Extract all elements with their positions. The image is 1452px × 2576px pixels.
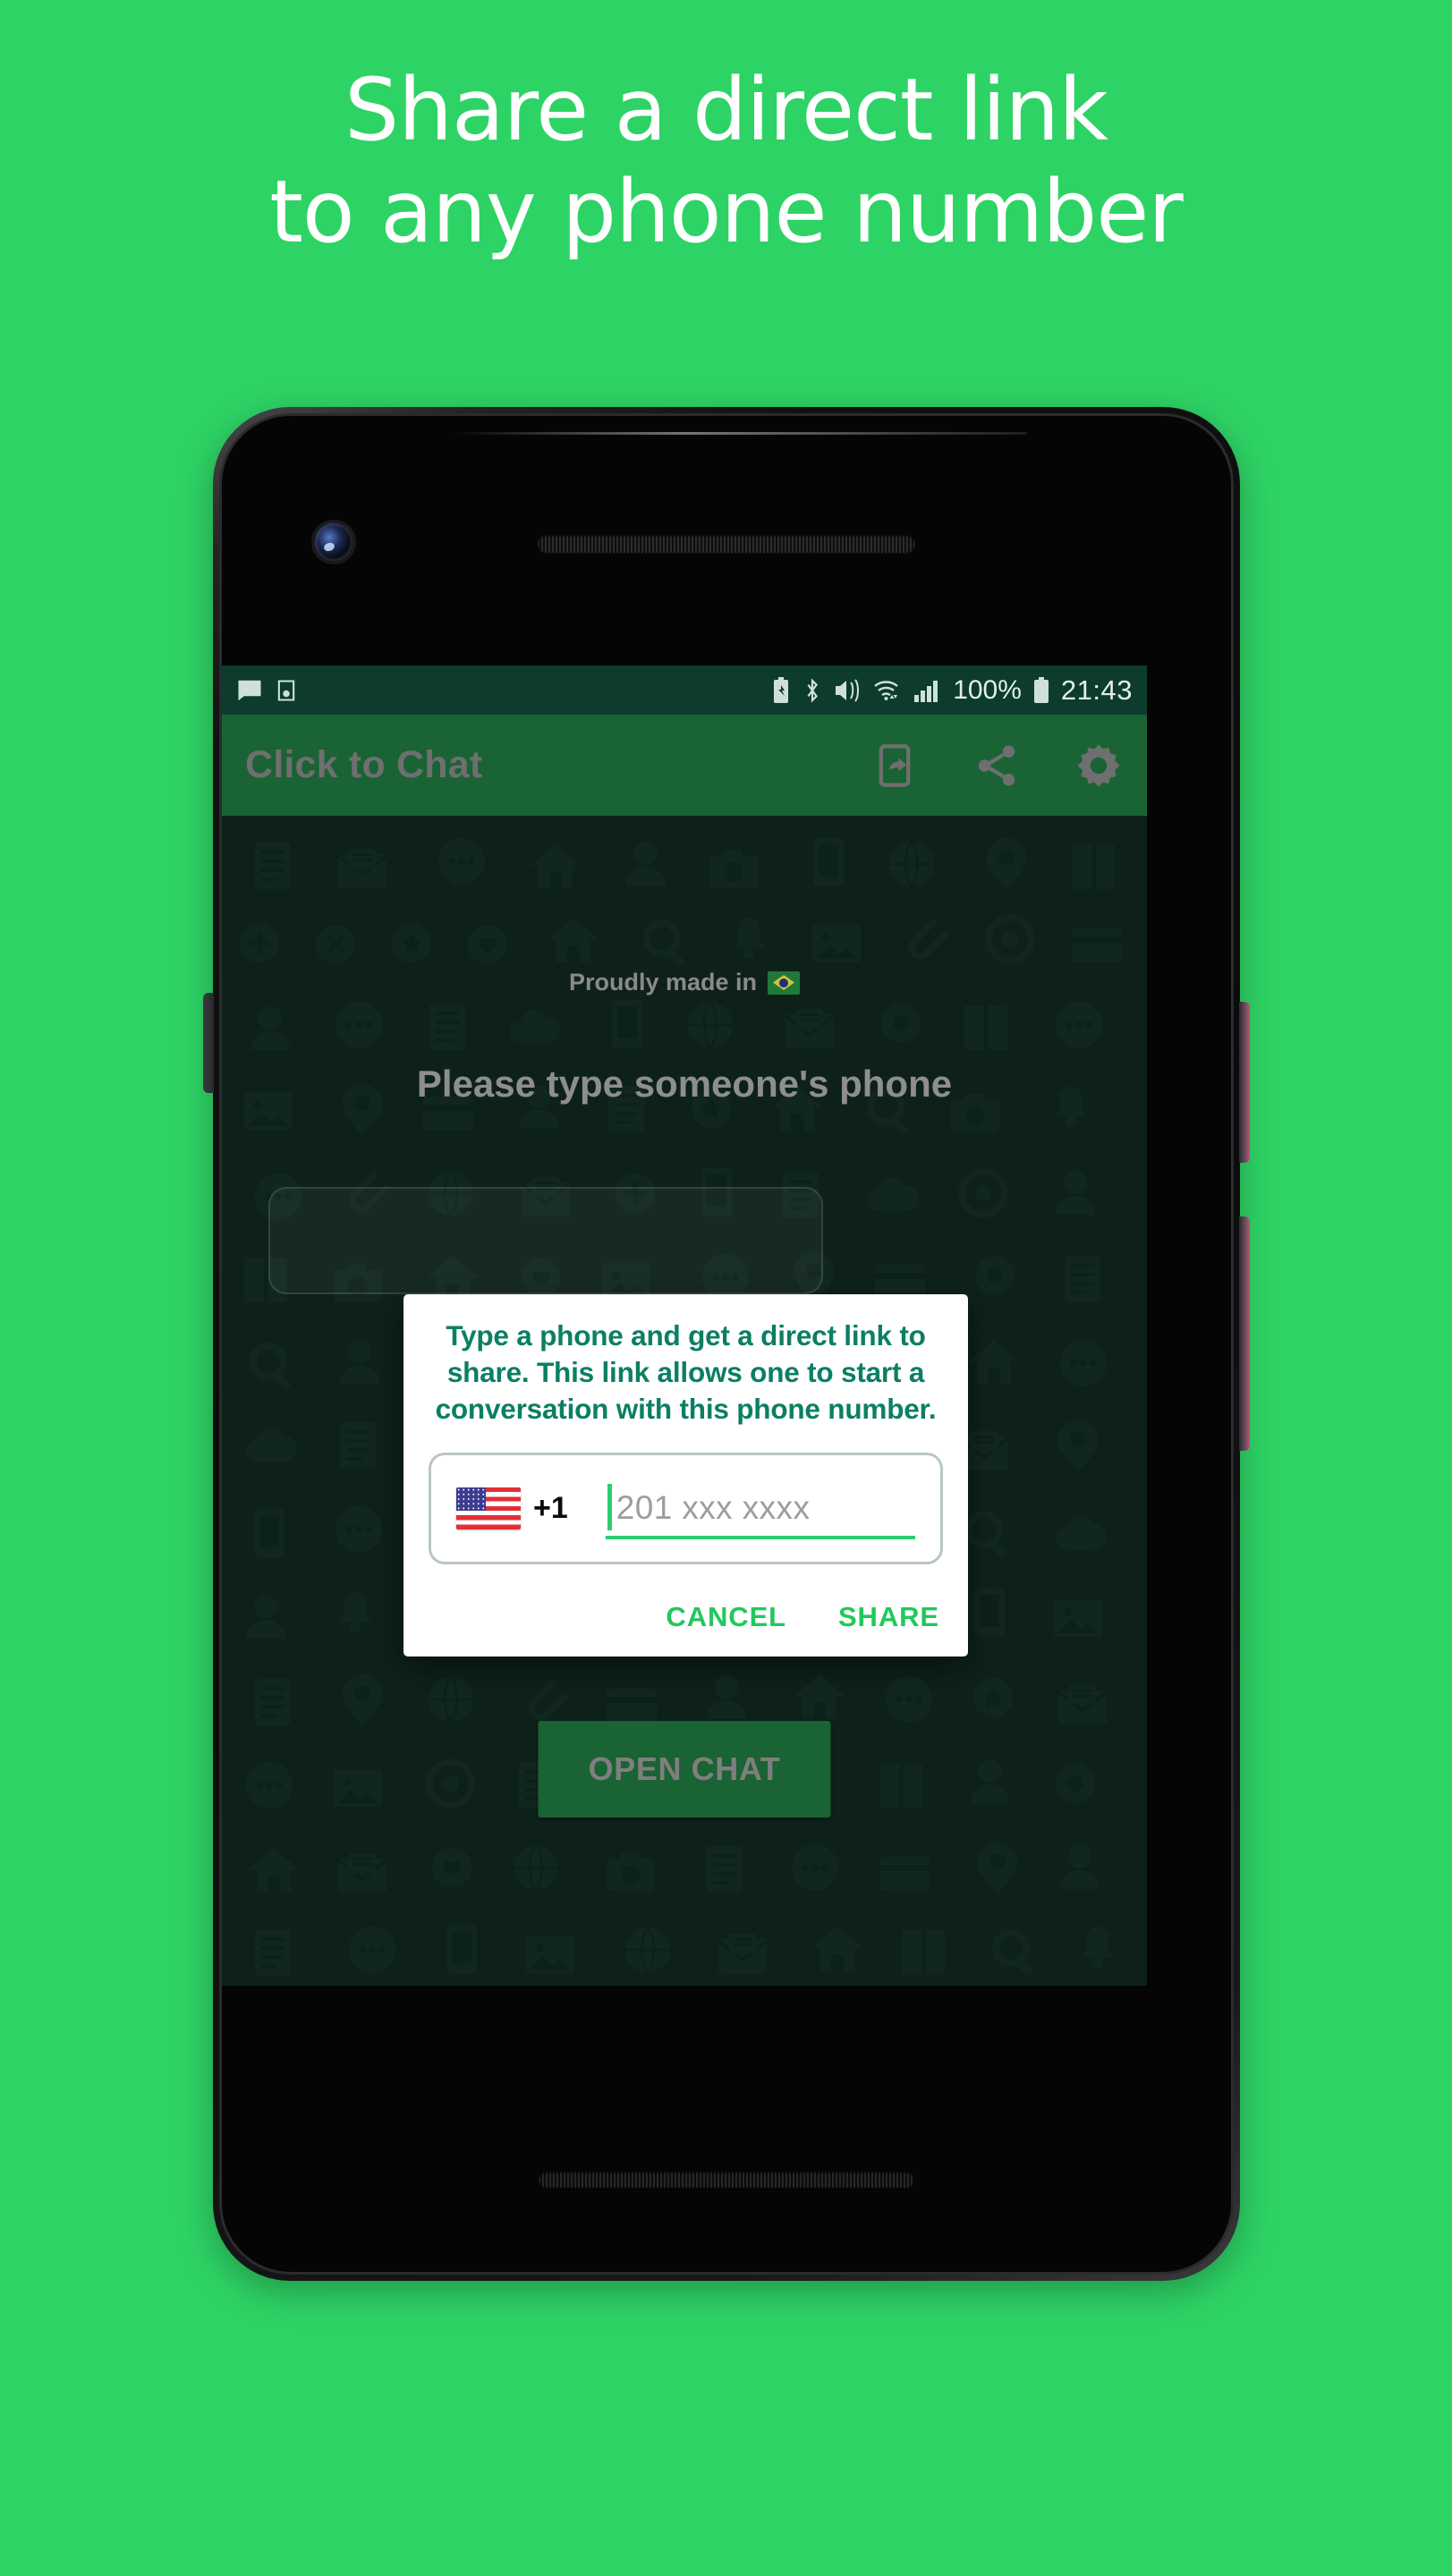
gear-icon[interactable] bbox=[1074, 741, 1124, 791]
phone-placeholder: 201 xxx xxxx bbox=[616, 1489, 811, 1527]
share-button[interactable]: SHARE bbox=[838, 1601, 939, 1633]
wifi-icon bbox=[874, 680, 898, 700]
left-side-button[interactable] bbox=[203, 993, 214, 1093]
phone-hint-text: Please type someone's phone bbox=[416, 1063, 953, 1105]
headline-line-2: to any phone number bbox=[269, 161, 1184, 262]
phone-screen: 100% 21:43 Click to Chat Proudly made in… bbox=[222, 665, 1147, 1986]
status-bar: 100% 21:43 bbox=[222, 665, 1147, 715]
input-underline bbox=[605, 1536, 915, 1540]
brazil-flag-icon bbox=[768, 970, 801, 995]
volume-button[interactable] bbox=[1239, 1216, 1250, 1451]
phone-device-mockup: 100% 21:43 Click to Chat Proudly made in… bbox=[203, 407, 1250, 2281]
dialog-body-text: Type a phone and get a direct link to sh… bbox=[435, 1319, 937, 1425]
earpiece-speaker-icon bbox=[538, 535, 915, 553]
country-code-label[interactable]: +1 bbox=[533, 1491, 568, 1526]
bluetooth-icon bbox=[807, 677, 819, 703]
device-front-glass: 100% 21:43 Click to Chat Proudly made in… bbox=[219, 413, 1234, 2275]
dialog-actions: CANCEL SHARE bbox=[666, 1601, 939, 1633]
signal-icon bbox=[914, 680, 938, 702]
status-bar-right-icons: 100% 21:43 bbox=[770, 674, 1133, 707]
us-flag-icon[interactable] bbox=[456, 1487, 521, 1530]
page-title: Click to Chat bbox=[245, 743, 483, 786]
battery-percent-label: 100% bbox=[953, 674, 1022, 705]
made-in-text: Proudly made in bbox=[568, 969, 758, 996]
screenshot-icon bbox=[277, 679, 295, 701]
bottom-speaker-icon bbox=[539, 2172, 914, 2188]
front-camera-icon bbox=[315, 523, 352, 561]
status-bar-left-icons bbox=[236, 677, 299, 704]
phone-number-input[interactable]: 201 xxx xxxx bbox=[605, 1477, 915, 1540]
power-button[interactable] bbox=[1239, 1002, 1250, 1163]
app-toolbar: Click to Chat bbox=[222, 715, 1147, 816]
battery-full-icon bbox=[1033, 676, 1049, 703]
vibrate-mute-icon bbox=[836, 678, 860, 702]
cancel-button[interactable]: CANCEL bbox=[666, 1601, 786, 1633]
background-phone-input[interactable] bbox=[268, 1187, 823, 1294]
open-chat-button[interactable]: OPEN CHAT bbox=[538, 1721, 831, 1818]
glass-glint bbox=[454, 432, 1027, 435]
toolbar-actions bbox=[870, 741, 1124, 791]
promo-headline: Share a direct link to any phone number bbox=[0, 60, 1452, 262]
message-icon bbox=[238, 680, 261, 700]
headline-line-1: Share a direct link bbox=[344, 60, 1108, 160]
send-to-phone-icon[interactable] bbox=[870, 741, 920, 791]
status-bar-clock: 21:43 bbox=[1060, 674, 1133, 706]
phone-input-container[interactable]: +1 201 xxx xxxx bbox=[429, 1452, 943, 1564]
share-icon[interactable] bbox=[972, 741, 1022, 791]
text-caret bbox=[607, 1484, 612, 1531]
made-in-label: Proudly made in bbox=[222, 969, 1147, 996]
battery-saver-icon bbox=[774, 676, 789, 703]
share-link-dialog: Type a phone and get a direct link to sh… bbox=[403, 1294, 968, 1657]
